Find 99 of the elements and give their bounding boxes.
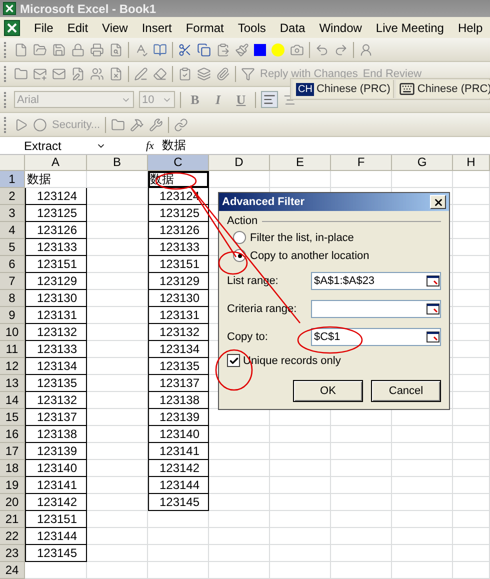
column-header[interactable]: E: [270, 155, 331, 171]
table-cell: 123126: [148, 222, 209, 239]
table-cell: 123132: [148, 324, 209, 341]
table-cell: 123145: [25, 545, 87, 562]
column-header[interactable]: D: [209, 155, 270, 171]
table-cell: 123126: [25, 222, 87, 239]
table-cell: 123140: [148, 426, 209, 443]
table-cell: 123151: [148, 256, 209, 273]
menu-item[interactable]: Format: [186, 20, 224, 34]
row-header[interactable]: 22: [0, 528, 25, 545]
row-header[interactable]: 23: [0, 545, 25, 562]
column-header[interactable]: C: [148, 155, 209, 171]
row-header[interactable]: 15: [0, 409, 25, 426]
row-header[interactable]: 1: [0, 171, 25, 188]
row-header[interactable]: 17: [0, 443, 25, 460]
radio-option[interactable]: Copy to another location: [227, 248, 441, 263]
row-header[interactable]: 8: [0, 290, 25, 307]
table-cell: 123132: [25, 324, 87, 341]
row-header[interactable]: 21: [0, 511, 25, 528]
table-cell: 123135: [148, 358, 209, 375]
menu-item[interactable]: Insert: [142, 20, 172, 34]
row-header[interactable]: 20: [0, 494, 25, 511]
menu-item[interactable]: File: [34, 20, 54, 34]
row-header[interactable]: 14: [0, 392, 25, 409]
field-label: Copy to:: [227, 330, 268, 342]
row-header[interactable]: 18: [0, 460, 25, 477]
input-field[interactable]: $C$1: [311, 328, 441, 346]
table-cell: 123142: [25, 494, 87, 511]
table-cell: 123125: [25, 205, 87, 222]
row-header[interactable]: 10: [0, 324, 25, 341]
row-header[interactable]: 11: [0, 341, 25, 358]
table-cell: 123145: [148, 494, 209, 511]
row-header[interactable]: 2: [0, 188, 25, 205]
menu-item[interactable]: Window: [319, 20, 362, 34]
dialog-button[interactable]: OK: [293, 380, 363, 402]
table-cell: 123138: [25, 426, 87, 443]
row-header[interactable]: 6: [0, 256, 25, 273]
column-header[interactable]: F: [331, 155, 392, 171]
table-cell: 123141: [148, 443, 209, 460]
table-cell: 123135: [25, 375, 87, 392]
menu-item[interactable]: Edit: [67, 20, 88, 34]
row-header[interactable]: 3: [0, 205, 25, 222]
menu-item[interactable]: Live Meeting: [376, 20, 444, 34]
table-cell: 123131: [148, 307, 209, 324]
window-title: Microsoft Excel - Book1: [20, 2, 156, 16]
row-header[interactable]: 7: [0, 273, 25, 290]
row-header[interactable]: 5: [0, 239, 25, 256]
table-cell: 123124: [25, 188, 87, 205]
table-cell: 123138: [148, 392, 209, 409]
table-cell: 123133: [25, 239, 87, 256]
menu-item[interactable]: Data: [280, 20, 306, 34]
row-header[interactable]: 16: [0, 426, 25, 443]
column-header[interactable]: A: [25, 155, 87, 171]
table-cell: 123133: [148, 239, 209, 256]
table-cell: 123130: [25, 290, 87, 307]
radio-option[interactable]: Filter the list, in-place: [227, 230, 441, 245]
input-field[interactable]: $A$1:$A$23: [311, 272, 441, 290]
table-cell: 123144: [25, 528, 87, 545]
table-cell: 123130: [148, 290, 209, 307]
table-cell: 123129: [148, 273, 209, 290]
column-header[interactable]: H: [453, 155, 490, 171]
row-header[interactable]: 9: [0, 307, 25, 324]
table-cell: 123133: [25, 341, 87, 358]
table-cell: 123142: [148, 460, 209, 477]
table-cell: 123140: [25, 460, 87, 477]
row-header[interactable]: 4: [0, 222, 25, 239]
table-cell: 数据: [25, 171, 87, 188]
table-cell: 123132: [25, 392, 87, 409]
table-cell: 123125: [148, 205, 209, 222]
dialog-button[interactable]: Cancel: [371, 380, 441, 402]
radio-label: Copy to another location: [250, 250, 370, 262]
table-cell: 123139: [25, 443, 87, 460]
menu-item[interactable]: View: [102, 20, 128, 34]
column-header[interactable]: G: [392, 155, 453, 171]
table-cell: 123131: [25, 307, 87, 324]
row-header[interactable]: 19: [0, 477, 25, 494]
table-cell: 123129: [25, 273, 87, 290]
table-cell: 123139: [148, 409, 209, 426]
table-cell: 123144: [148, 477, 209, 494]
table-cell: 123151: [25, 256, 87, 273]
formula-field[interactable]: 数据: [162, 137, 186, 154]
row-header[interactable]: 24: [0, 562, 25, 579]
name-box[interactable]: Extract: [0, 138, 110, 153]
menu-item[interactable]: Tools: [238, 20, 266, 34]
menu-item[interactable]: Help: [458, 20, 483, 34]
column-header[interactable]: B: [87, 155, 148, 171]
table-cell: 123141: [25, 477, 87, 494]
table-cell: 123137: [25, 409, 87, 426]
language-button[interactable]: CH Chinese (PRC): [293, 80, 394, 98]
table-cell: 123137: [148, 375, 209, 392]
row-header[interactable]: 13: [0, 375, 25, 392]
table-cell: 123134: [148, 341, 209, 358]
row-header[interactable]: 12: [0, 358, 25, 375]
group-label: Action: [227, 215, 258, 227]
dialog-title: Advanced Filter: [222, 196, 305, 208]
radio-label: Filter the list, in-place: [250, 232, 354, 244]
table-cell: 123134: [25, 358, 87, 375]
table-cell: 123151: [25, 511, 87, 528]
function-button[interactable]: fx: [146, 140, 162, 152]
